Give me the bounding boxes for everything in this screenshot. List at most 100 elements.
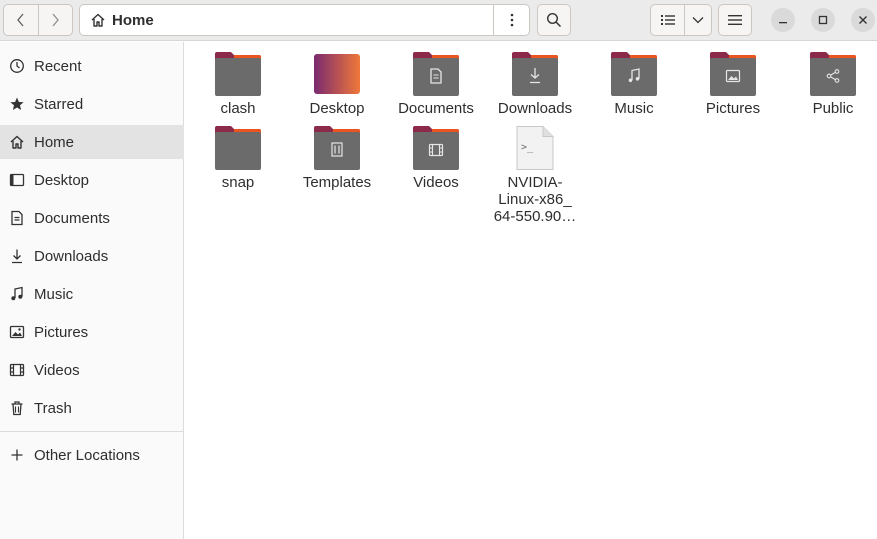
- sidebar-item-label: Pictures: [34, 323, 89, 341]
- file-label: NVIDIA- Linux-x86_ 64-550.90…: [483, 174, 587, 225]
- search-button[interactable]: [537, 4, 571, 36]
- file-item-pictures[interactable]: Pictures: [681, 52, 785, 117]
- folder-icon: [215, 126, 261, 170]
- main-menu-button[interactable]: [718, 4, 752, 36]
- chevron-left-icon: [16, 13, 24, 27]
- file-label: snap: [221, 174, 255, 191]
- home-icon: [91, 13, 105, 27]
- file-label: Templates: [302, 174, 372, 191]
- sidebar-item-label: Desktop: [34, 171, 90, 189]
- sidebar: Recent Starred Home Desktop Documents Do…: [0, 42, 184, 539]
- sidebar-item-label: Other Locations: [34, 446, 140, 464]
- chevron-right-icon: [52, 13, 60, 27]
- file-item-documents[interactable]: Documents: [384, 52, 488, 117]
- desktop-icon: [9, 172, 25, 188]
- maximize-icon: [818, 15, 828, 25]
- sidebar-item-pictures[interactable]: Pictures: [0, 315, 184, 349]
- clock-icon: [9, 58, 25, 74]
- file-view[interactable]: clash Desktop Documents Downloads Music …: [185, 42, 877, 539]
- minimize-icon: [779, 22, 787, 24]
- view-toggle: [650, 4, 712, 36]
- vertical-dots-icon: [510, 13, 513, 27]
- sidebar-item-home[interactable]: Home: [0, 125, 184, 159]
- minimize-button[interactable]: [771, 8, 795, 32]
- sidebar-item-label: Music: [34, 285, 74, 303]
- home-icon: [9, 134, 25, 150]
- public-folder-icon: [810, 52, 856, 96]
- header-bar: Home: [0, 0, 877, 41]
- file-item-music[interactable]: Music: [582, 52, 686, 117]
- back-button[interactable]: [4, 5, 38, 35]
- sidebar-item-downloads[interactable]: Downloads: [0, 239, 184, 273]
- search-icon: [546, 12, 562, 28]
- close-button[interactable]: [851, 8, 875, 32]
- file-item-templates[interactable]: Templates: [285, 126, 389, 191]
- sidebar-item-documents[interactable]: Documents: [0, 201, 184, 235]
- download-icon: [9, 248, 25, 264]
- music-folder-icon: [611, 52, 657, 96]
- sidebar-item-desktop[interactable]: Desktop: [0, 163, 184, 197]
- trash-icon: [9, 400, 25, 416]
- chevron-down-icon: [692, 17, 704, 24]
- path-home-label: Home: [112, 11, 154, 29]
- file-label-line: Linux-x86_: [498, 191, 572, 208]
- file-label: Downloads: [497, 100, 573, 117]
- sidebar-item-music[interactable]: Music: [0, 277, 184, 311]
- sidebar-item-label: Downloads: [34, 247, 109, 265]
- downloads-folder-icon: [512, 52, 558, 96]
- file-label: Desktop: [309, 100, 365, 117]
- desktop-folder-icon: [314, 54, 360, 94]
- file-label: clash: [220, 100, 256, 117]
- video-icon: [9, 362, 25, 378]
- document-icon: [9, 210, 25, 226]
- star-icon: [9, 96, 25, 112]
- file-label-line: NVIDIA-: [507, 174, 563, 191]
- file-label: Public: [812, 100, 854, 117]
- file-label: Music: [614, 100, 654, 117]
- file-label: Videos: [413, 174, 459, 191]
- sidebar-item-trash[interactable]: Trash: [0, 391, 184, 425]
- sidebar-divider: [0, 431, 184, 432]
- file-label-line: 64-550.90…: [493, 208, 577, 225]
- view-options-dropdown[interactable]: [684, 5, 711, 35]
- documents-folder-icon: [413, 52, 459, 96]
- folder-icon: [215, 52, 261, 96]
- sidebar-item-recent[interactable]: Recent: [0, 49, 184, 83]
- file-label: Documents: [398, 100, 474, 117]
- file-item-desktop[interactable]: Desktop: [285, 52, 389, 117]
- maximize-button[interactable]: [811, 8, 835, 32]
- svg-text:>_: >_: [521, 142, 534, 153]
- file-item-public[interactable]: Public: [781, 52, 877, 117]
- script-file-icon: >_: [516, 126, 554, 170]
- sidebar-item-label: Videos: [34, 361, 80, 379]
- navigation-buttons: [3, 4, 73, 36]
- sidebar-item-label: Home: [34, 133, 75, 151]
- music-icon: [9, 286, 25, 302]
- sidebar-item-label: Starred: [34, 95, 84, 113]
- sidebar-item-videos[interactable]: Videos: [0, 353, 184, 387]
- path-bar[interactable]: Home: [79, 4, 530, 36]
- sidebar-item-label: Documents: [34, 209, 110, 227]
- sidebar-item-label: Recent: [34, 57, 82, 75]
- sidebar-item-other-locations[interactable]: Other Locations: [0, 438, 184, 472]
- file-item-snap[interactable]: snap: [186, 126, 290, 191]
- list-view-button[interactable]: [651, 5, 684, 35]
- forward-button[interactable]: [37, 5, 73, 35]
- path-home-button[interactable]: Home: [80, 12, 493, 29]
- pictures-folder-icon: [710, 52, 756, 96]
- picture-icon: [9, 324, 25, 340]
- hamburger-menu-icon: [728, 15, 742, 25]
- sidebar-item-starred[interactable]: Starred: [0, 87, 184, 121]
- file-item-nvidia-installer[interactable]: >_ NVIDIA- Linux-x86_ 64-550.90…: [483, 126, 587, 225]
- path-menu-button[interactable]: [493, 5, 529, 35]
- list-view-icon: [660, 15, 675, 25]
- plus-icon: [9, 447, 25, 463]
- file-item-downloads[interactable]: Downloads: [483, 52, 587, 117]
- file-item-clash[interactable]: clash: [186, 52, 290, 117]
- close-icon: [859, 16, 867, 24]
- file-item-videos[interactable]: Videos: [384, 126, 488, 191]
- file-label: Pictures: [705, 100, 761, 117]
- videos-folder-icon: [413, 126, 459, 170]
- templates-folder-icon: [314, 126, 360, 170]
- sidebar-item-label: Trash: [34, 399, 72, 417]
